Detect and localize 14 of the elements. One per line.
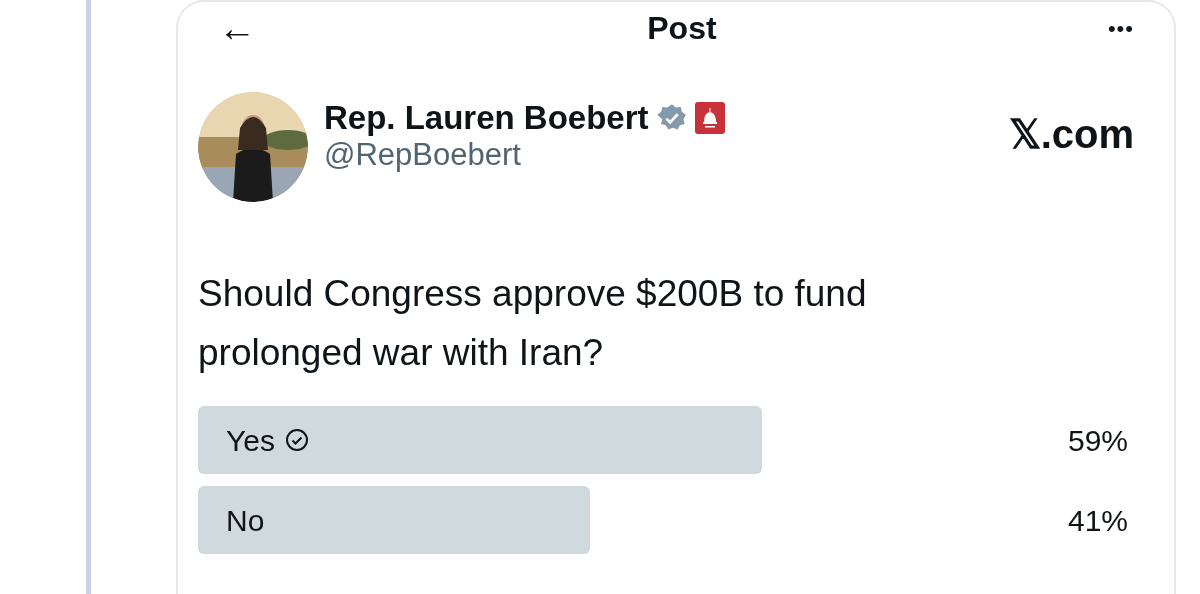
option-label: Yes xyxy=(226,422,275,459)
poll-option[interactable]: No 41% xyxy=(198,486,1154,555)
site-label: 𝕏.com xyxy=(1008,111,1134,158)
poll-option[interactable]: Yes 59% xyxy=(198,406,1154,475)
back-button[interactable]: ← xyxy=(218,9,256,47)
header-title: Post xyxy=(647,9,717,48)
option-label: No xyxy=(226,502,265,539)
poll-percent: 59% xyxy=(1067,422,1128,459)
capitol-label-icon xyxy=(694,102,725,135)
author-name[interactable]: Rep. Lauren Boebert xyxy=(324,100,649,137)
poll-percent: 41% xyxy=(1067,502,1128,539)
post-text: Should Congress approve $200B to fund prolonged war with Iran? xyxy=(198,272,868,376)
more-button[interactable]: ••• xyxy=(1107,11,1134,45)
author-handle[interactable]: @RepBoebert xyxy=(324,136,725,174)
